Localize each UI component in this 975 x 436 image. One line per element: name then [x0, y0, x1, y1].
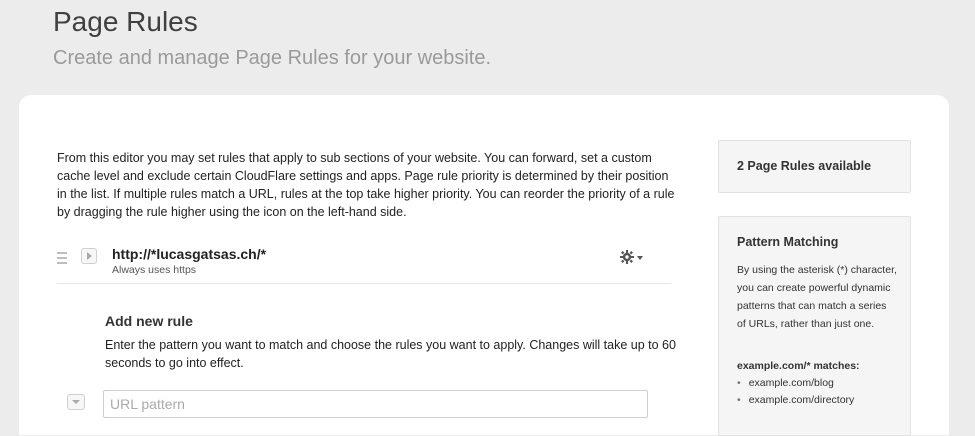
url-dropdown-toggle[interactable] [67, 394, 85, 410]
page-subtitle: Create and manage Page Rules for your we… [53, 47, 492, 69]
rule-url: http://*lucasgatsas.ch/* [112, 246, 267, 262]
url-pattern-input[interactable] [103, 390, 648, 418]
expand-rule-button[interactable] [81, 248, 97, 264]
add-rule-description: Enter the pattern you want to match and … [105, 338, 676, 370]
list-item: example.com/blog [737, 375, 854, 392]
rules-available-box: 2 Page Rules available [718, 140, 911, 193]
help-body: By using the asterisk (*) character, you… [737, 264, 897, 330]
rules-available-text: 2 Page Rules available [737, 159, 872, 173]
help-title: Pattern Matching [737, 235, 839, 249]
add-rule-title: Add new rule [105, 313, 193, 329]
rule-row: http://*lucasgatsas.ch/* Always uses htt… [57, 240, 671, 284]
list-item: example.com/directory [737, 392, 855, 409]
intro-text: From this editor you may set rules that … [57, 151, 675, 219]
drag-handle-icon[interactable] [57, 252, 67, 264]
pattern-matching-help: Pattern Matching By using the asterisk (… [718, 216, 911, 436]
rule-note: Always uses https [112, 264, 197, 276]
gear-icon[interactable] [619, 248, 645, 266]
help-example-heading: example.com/* matches: [737, 360, 860, 372]
help-example-list: example.com/blog example.com/directory [737, 375, 855, 409]
page-title: Page Rules [53, 6, 198, 37]
